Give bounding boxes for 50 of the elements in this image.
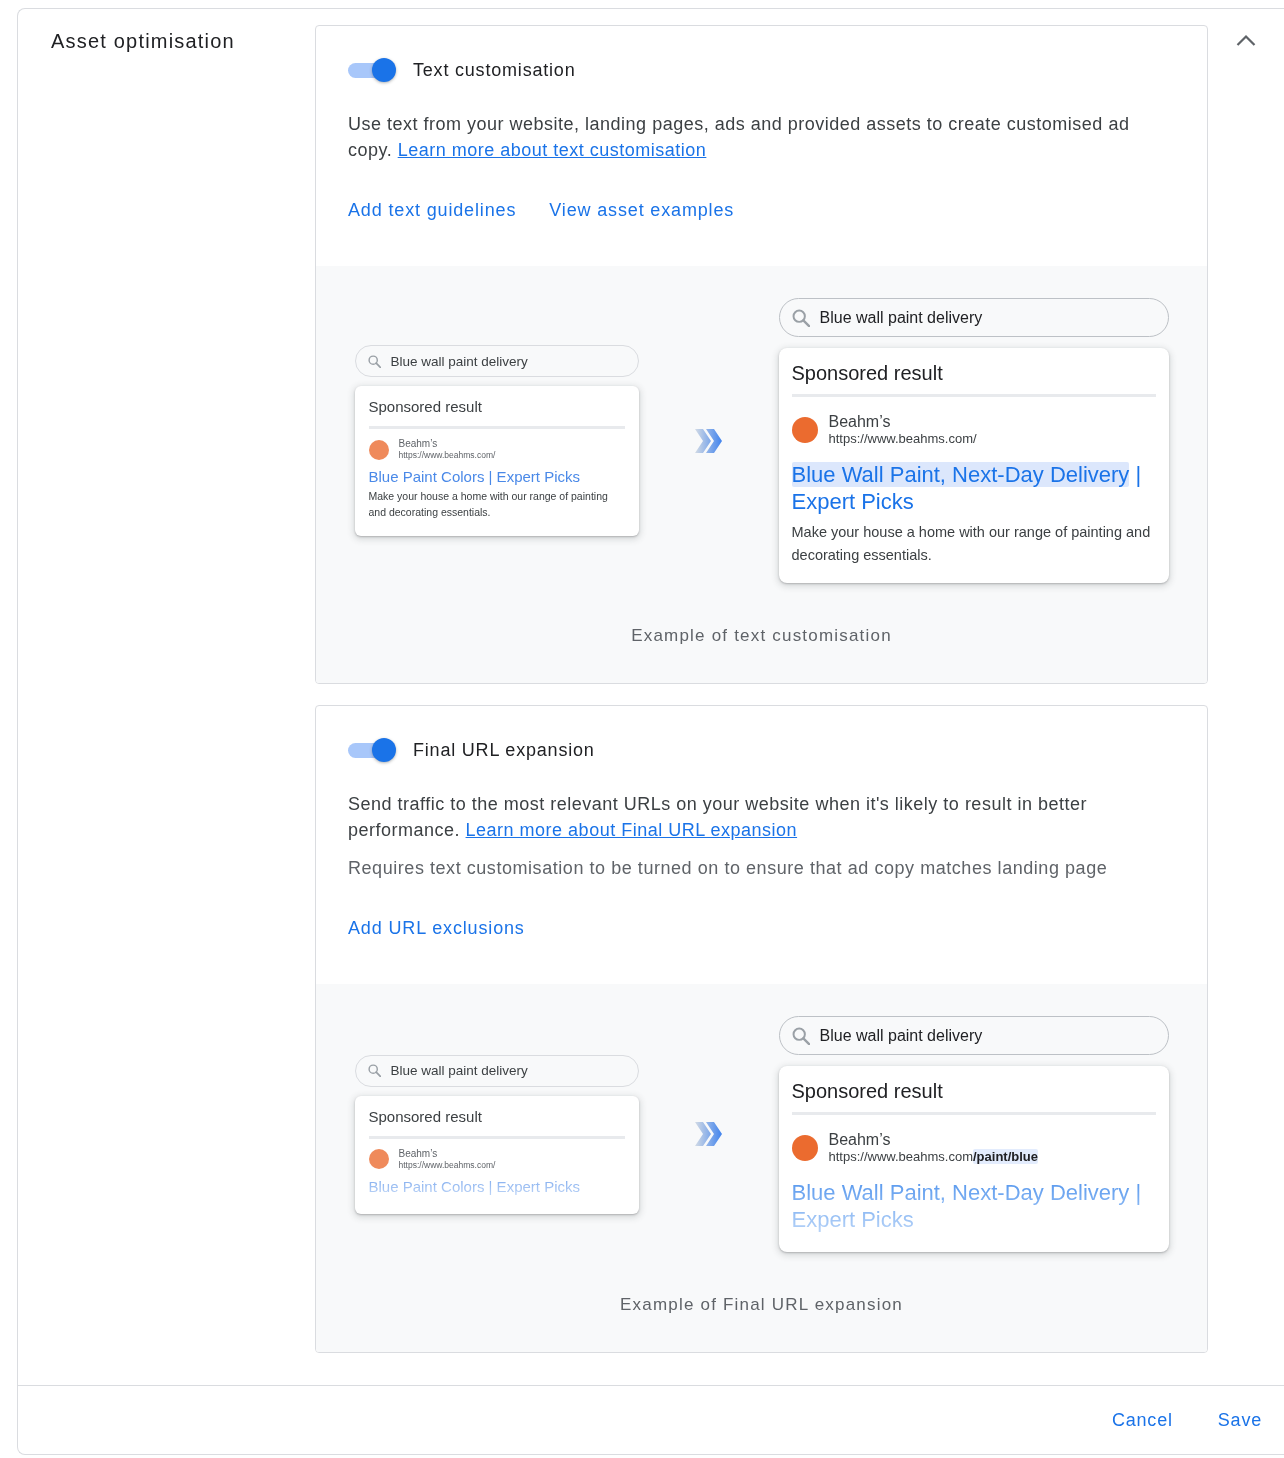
ad-label: Sponsored result xyxy=(791,361,944,386)
option-note: Requires text customisation to be turned on to ensure that ad copy matches landing page xyxy=(348,857,1109,880)
chevron-up-icon xyxy=(1236,34,1256,46)
search-icon xyxy=(791,1026,810,1045)
ad-label: Sponsored result xyxy=(368,397,483,417)
option-title: Final URL expansion xyxy=(413,739,595,761)
example-caption: Example of text customisation xyxy=(630,625,893,647)
ad-url: https://www.beahms.com/paint/blue xyxy=(828,1149,1038,1165)
search-icon xyxy=(367,1064,381,1077)
ad-headline: Blue Paint Colors | Expert Picks xyxy=(368,1176,581,1197)
search-query: Blue wall paint delivery xyxy=(390,353,528,369)
action-link[interactable]: Add text guidelines xyxy=(348,197,517,223)
advertiser-name: Beahm’s xyxy=(398,438,439,450)
ad-url: https://www.beahms.com/ xyxy=(828,431,977,447)
text-button[interactable]: Cancel xyxy=(1099,1401,1185,1439)
search-query: Blue wall paint delivery xyxy=(819,1026,983,1045)
double-chevron-icon xyxy=(694,1122,723,1146)
ad-label: Sponsored result xyxy=(368,1106,483,1127)
ad-headline: Blue Wall Paint, Next-Day Delivery | Expert Picks xyxy=(791,1179,1143,1233)
ad-headline: Blue Paint Colors | Expert Picks xyxy=(368,467,581,487)
section-title: Asset optimisation xyxy=(50,29,236,54)
search-icon xyxy=(367,354,381,368)
text-button[interactable]: Save xyxy=(1205,1401,1274,1439)
advertiser-name: Beahm’s xyxy=(828,1130,892,1149)
search-query: Blue wall paint delivery xyxy=(819,308,983,327)
ad-description: Make your house a home with our range of painting and decorating essentials. xyxy=(791,523,1152,565)
advertiser-name: Beahm’s xyxy=(398,1147,439,1160)
advertiser-logo-icon xyxy=(791,416,818,443)
learn-more-link[interactable]: Learn more about text customisation xyxy=(397,140,707,160)
search-query: Blue wall paint delivery xyxy=(390,1063,528,1078)
advertiser-logo-icon xyxy=(368,439,389,460)
option-description: Use text from your website, landing pages, ads and provided assets to create customised ad copy. Learn more about text customisation xyxy=(348,113,1131,162)
ad-description: Make your house a home with our range of painting and decorating essentials. xyxy=(368,489,609,520)
option-title: Text customisation xyxy=(413,59,576,81)
toggle-switch[interactable] xyxy=(348,737,398,763)
action-link[interactable]: View asset examples xyxy=(549,197,735,223)
option-description: Send traffic to the most relevant URLs on your website when it's likely to result in better performance. Learn more about Final URL expansion xyxy=(348,793,1088,842)
advertiser-name: Beahm’s xyxy=(828,412,892,431)
double-chevron-icon xyxy=(694,428,723,453)
toggle-switch[interactable] xyxy=(348,57,398,83)
action-link[interactable]: Add URL exclusions xyxy=(348,915,525,941)
ad-headline: Blue Wall Paint, Next-Day Delivery | Expert Picks xyxy=(791,461,1143,515)
ad-url: https://www.beahms.com/ xyxy=(398,450,496,461)
advertiser-logo-icon xyxy=(791,1134,818,1161)
search-icon xyxy=(791,308,810,327)
ad-label: Sponsored result xyxy=(791,1079,944,1104)
learn-more-link[interactable]: Learn more about Final URL expansion xyxy=(465,820,798,840)
example-caption: Example of Final URL expansion xyxy=(619,1294,904,1316)
ad-url: https://www.beahms.com/ xyxy=(398,1159,496,1171)
advertiser-logo-icon xyxy=(368,1149,389,1169)
